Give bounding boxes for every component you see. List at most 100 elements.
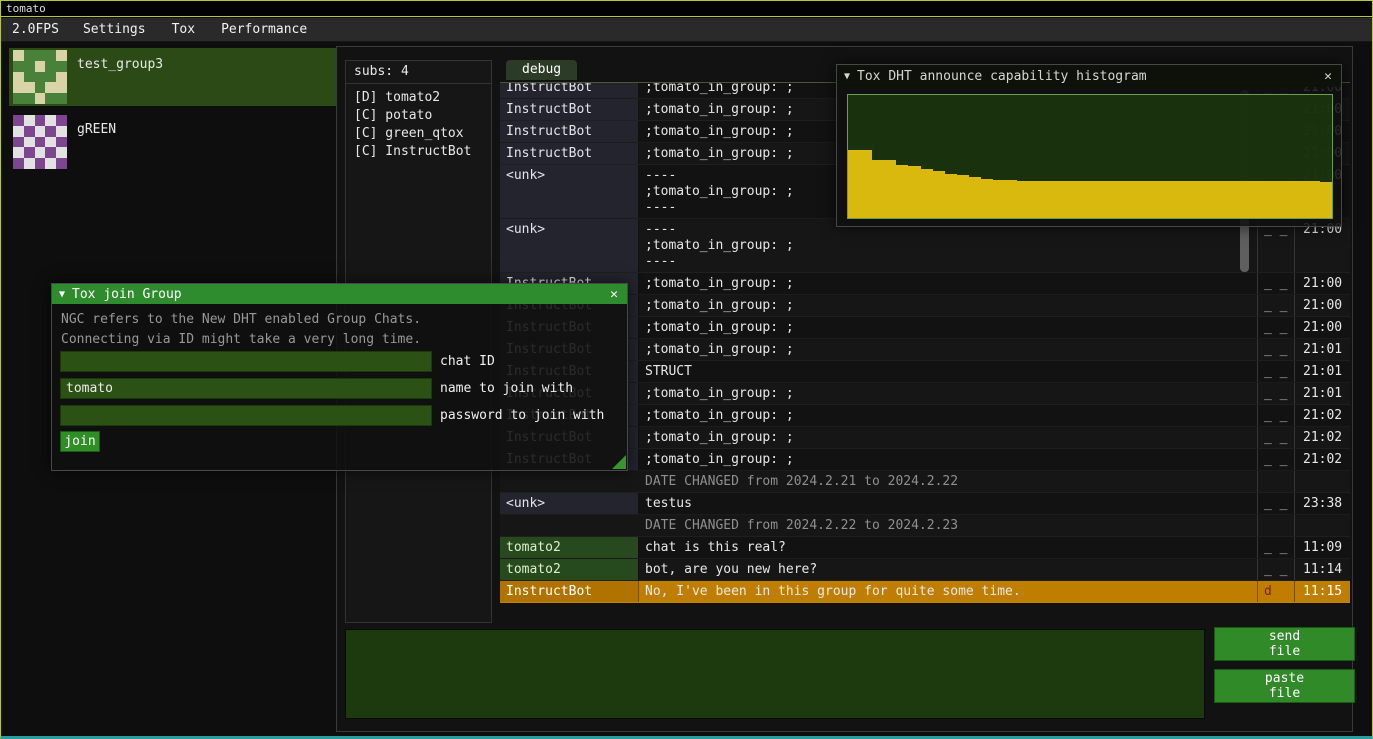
delivery-flags: _ _: [1257, 295, 1294, 316]
group-avatar: [13, 50, 67, 104]
delivery-flags: d: [1257, 581, 1294, 602]
os-titlebar[interactable]: tomato: [1, 1, 1372, 17]
message-time: 11:15: [1294, 581, 1350, 602]
join-button[interactable]: join: [60, 431, 100, 452]
menu-item-settings[interactable]: Settings: [70, 18, 159, 41]
close-icon[interactable]: ✕: [1322, 69, 1334, 84]
message-time: 21:01: [1294, 383, 1350, 404]
histogram-bar: [1150, 181, 1162, 218]
histogram-bar: [1247, 181, 1259, 218]
app-root: tomato 2.0FPS SettingsToxPerformance tes…: [0, 0, 1373, 739]
message-text: ;tomato_in_group: ;: [639, 405, 1257, 426]
group-item-test_group3[interactable]: test_group3: [9, 48, 336, 106]
histogram-bar: [933, 171, 945, 218]
sender-name: InstructBot: [500, 83, 639, 98]
histogram-bar: [1114, 181, 1126, 218]
group-item-gREEN[interactable]: gREEN: [9, 113, 336, 171]
delivery-flags: _ _: [1257, 559, 1294, 580]
sender-name: [500, 471, 639, 492]
subs-member-InstructBot[interactable]: [C] InstructBot: [346, 143, 491, 161]
menu-item-tox[interactable]: Tox: [159, 18, 208, 41]
histogram-bar: [1066, 181, 1078, 218]
message-text: ;tomato_in_group: ;: [639, 273, 1257, 294]
menu-item-performance[interactable]: Performance: [208, 18, 320, 41]
date-changed-text: DATE CHANGED from 2024.2.21 to 2024.2.22: [639, 471, 1257, 492]
histogram-bar: [1223, 181, 1235, 218]
message-time: 11:09: [1294, 537, 1350, 558]
subs-member-potato[interactable]: [C] potato: [346, 107, 491, 125]
histogram-bar: [1199, 181, 1211, 218]
histogram-bar: [1138, 181, 1150, 218]
message-row[interactable]: InstructBotNo, I've been in this group f…: [500, 581, 1350, 603]
collapse-arrow-icon[interactable]: ▼: [844, 71, 850, 82]
chat-id-input[interactable]: [60, 351, 432, 372]
message-text: ;tomato_in_group: ;: [639, 295, 1257, 316]
message-time: 21:00: [1294, 273, 1350, 294]
subs-count: subs: 4: [346, 61, 491, 84]
date-changed-text: DATE CHANGED from 2024.2.22 to 2024.2.23: [639, 515, 1257, 536]
histogram-bar: [884, 160, 896, 218]
subs-list: [D] tomato2[C] potato[C] green_qtox[C] I…: [346, 84, 491, 166]
histogram-bar: [1029, 181, 1041, 218]
histogram-bar: [1308, 181, 1320, 218]
ngc-info-line-1: NGC refers to the New DHT enabled Group …: [61, 312, 421, 327]
join-name-label: name to join with: [440, 381, 573, 396]
menu-bar: 2.0FPS SettingsToxPerformance: [1, 18, 1372, 42]
message-row[interactable]: <unk>---- ;tomato_in_group: ; ----_ _21:…: [500, 219, 1350, 273]
histogram-bar: [1090, 181, 1102, 218]
collapse-arrow-icon[interactable]: ▼: [59, 289, 65, 300]
sender-name: tomato2: [500, 537, 639, 558]
subs-member-green_qtox[interactable]: [C] green_qtox: [346, 125, 491, 143]
histogram-bar: [945, 174, 957, 218]
message-time: 21:02: [1294, 405, 1350, 426]
delivery-flags: _ _: [1257, 427, 1294, 448]
histogram-bar: [1235, 181, 1247, 218]
sender-name: tomato2: [500, 559, 639, 580]
histogram-bar: [1271, 181, 1283, 218]
message-time: [1294, 471, 1350, 492]
tab-debug[interactable]: debug: [506, 60, 577, 80]
dht-histogram-titlebar[interactable]: ▼ Tox DHT announce capability histogram …: [837, 65, 1341, 87]
histogram-bar: [981, 179, 993, 218]
resize-grip-icon[interactable]: [612, 455, 626, 469]
delivery-flags: _ _: [1257, 339, 1294, 360]
message-text: chat is this real?: [639, 537, 1257, 558]
histogram-bar: [1078, 181, 1090, 218]
message-row[interactable]: tomato2bot, are you new here?_ _11:14: [500, 559, 1350, 581]
chat-id-label: chat ID: [440, 354, 495, 369]
message-time: 21:00: [1294, 295, 1350, 316]
message-time: 21:02: [1294, 449, 1350, 470]
message-row[interactable]: tomato2chat is this real?_ _11:09: [500, 537, 1350, 559]
join-group-title: Tox join Group: [72, 287, 182, 302]
dht-histogram-plot[interactable]: [847, 94, 1333, 219]
histogram-bar: [969, 177, 981, 218]
message-text: bot, are you new here?: [639, 559, 1257, 580]
join-group-titlebar[interactable]: ▼ Tox join Group ✕: [52, 284, 627, 304]
close-icon[interactable]: ✕: [608, 287, 620, 302]
delivery-flags: _ _: [1257, 383, 1294, 404]
histogram-bar: [921, 169, 933, 218]
delivery-flags: _ _: [1257, 317, 1294, 338]
message-time: 21:01: [1294, 361, 1350, 382]
date-separator-row[interactable]: DATE CHANGED from 2024.2.22 to 2024.2.23: [500, 515, 1350, 537]
join-name-input[interactable]: [60, 378, 432, 399]
message-row[interactable]: <unk>testus_ _23:38: [500, 493, 1350, 515]
subs-member-tomato2[interactable]: [D] tomato2: [346, 89, 491, 107]
message-text: ;tomato_in_group: ;: [639, 449, 1257, 470]
histogram-bar: [1211, 181, 1223, 218]
sender-name: <unk>: [500, 493, 639, 514]
histogram-bar: [848, 150, 860, 218]
paste-file-button[interactable]: paste file: [1214, 669, 1355, 703]
date-separator-row[interactable]: DATE CHANGED from 2024.2.21 to 2024.2.22: [500, 471, 1350, 493]
histogram-bar: [1102, 181, 1114, 218]
histogram-bar: [872, 160, 884, 218]
join-password-input[interactable]: [60, 405, 432, 426]
histogram-bar: [1005, 180, 1017, 218]
message-text: No, I've been in this group for quite so…: [639, 581, 1257, 602]
histogram-bar: [1017, 181, 1029, 218]
message-time: 23:38: [1294, 493, 1350, 514]
histogram-bar: [1126, 181, 1138, 218]
send-file-button[interactable]: send file: [1214, 627, 1355, 661]
message-input[interactable]: [345, 629, 1205, 719]
message-text: ;tomato_in_group: ;: [639, 427, 1257, 448]
